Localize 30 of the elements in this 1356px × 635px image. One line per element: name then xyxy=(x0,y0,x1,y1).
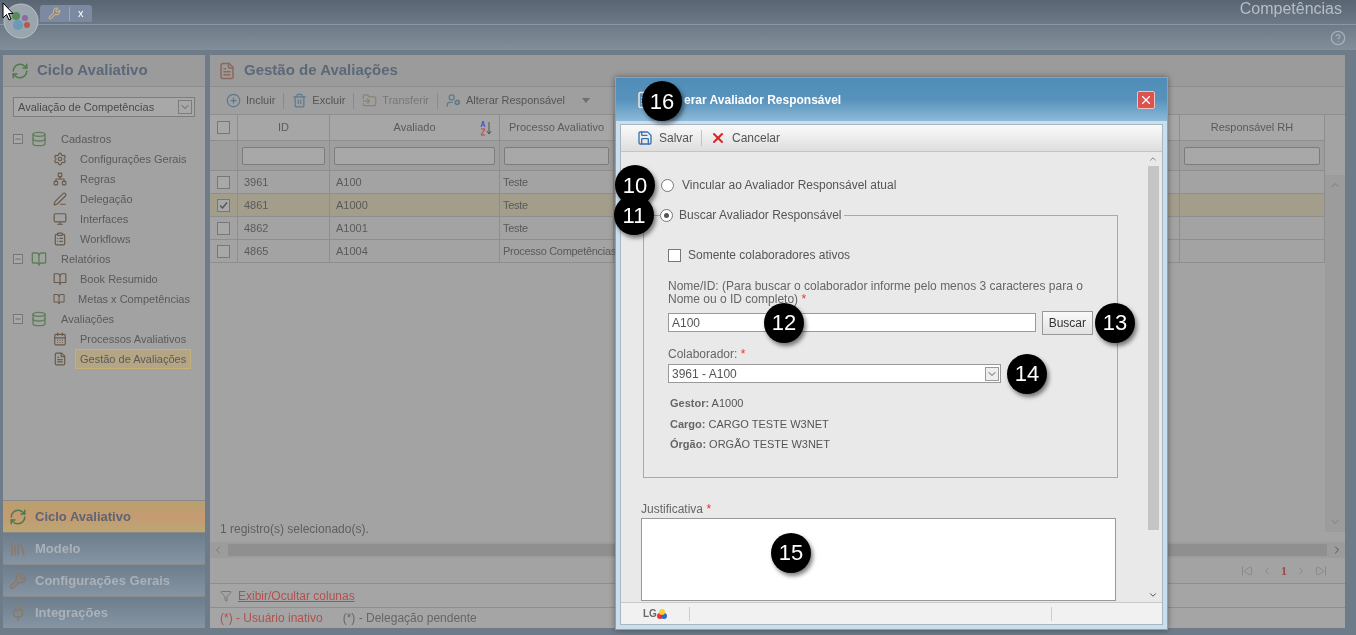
callout-marker: 15 xyxy=(771,532,811,573)
detail-text: Órgão: ORGÃO TESTE W3NET xyxy=(670,437,831,452)
table-cell-text: 4861 xyxy=(244,197,269,213)
table-cell-text: Processo Competências xyxy=(503,243,616,259)
callout-marker: 11 xyxy=(614,195,654,235)
detail-text: Gestor: A1000 xyxy=(670,396,745,411)
detail-text: Cargo: CARGO TESTE W3NET xyxy=(670,416,830,432)
table-cell-text: 4865 xyxy=(244,243,269,259)
footer-logo: LG xyxy=(643,606,667,621)
table-cell-text: 4862 xyxy=(244,220,269,236)
dialog-title: erar Avaliador Responsável xyxy=(684,91,842,109)
selection-status: 1 registro(s) selecionado(s). xyxy=(220,521,369,538)
table-cell-text: A100 xyxy=(336,174,362,190)
callout-marker: 14 xyxy=(1007,353,1047,394)
table-cell-text: Teste xyxy=(503,197,528,213)
legend-text: (*) - Usuário inativo xyxy=(220,610,323,627)
table-cell-text: Teste xyxy=(503,174,528,190)
panel-title: Gestão de Avaliações xyxy=(244,60,398,81)
panel-title: Ciclo Avaliativo xyxy=(37,60,148,81)
table-cell-text: 3961 xyxy=(244,174,269,190)
app-title: Competências xyxy=(1239,0,1342,19)
field-label: Colaborador: * xyxy=(668,347,746,361)
legend-text: (*) - Delegação pendente xyxy=(342,610,477,627)
callout-marker: 16 xyxy=(642,81,682,121)
table-cell-text: A1001 xyxy=(336,220,368,236)
callout-marker: 13 xyxy=(1095,302,1135,343)
table-cell-text: A1004 xyxy=(336,243,368,259)
field-label: Justificativa * xyxy=(641,501,712,516)
table-cell-text: A1000 xyxy=(336,197,368,213)
table-cell-text: Teste xyxy=(503,220,528,236)
